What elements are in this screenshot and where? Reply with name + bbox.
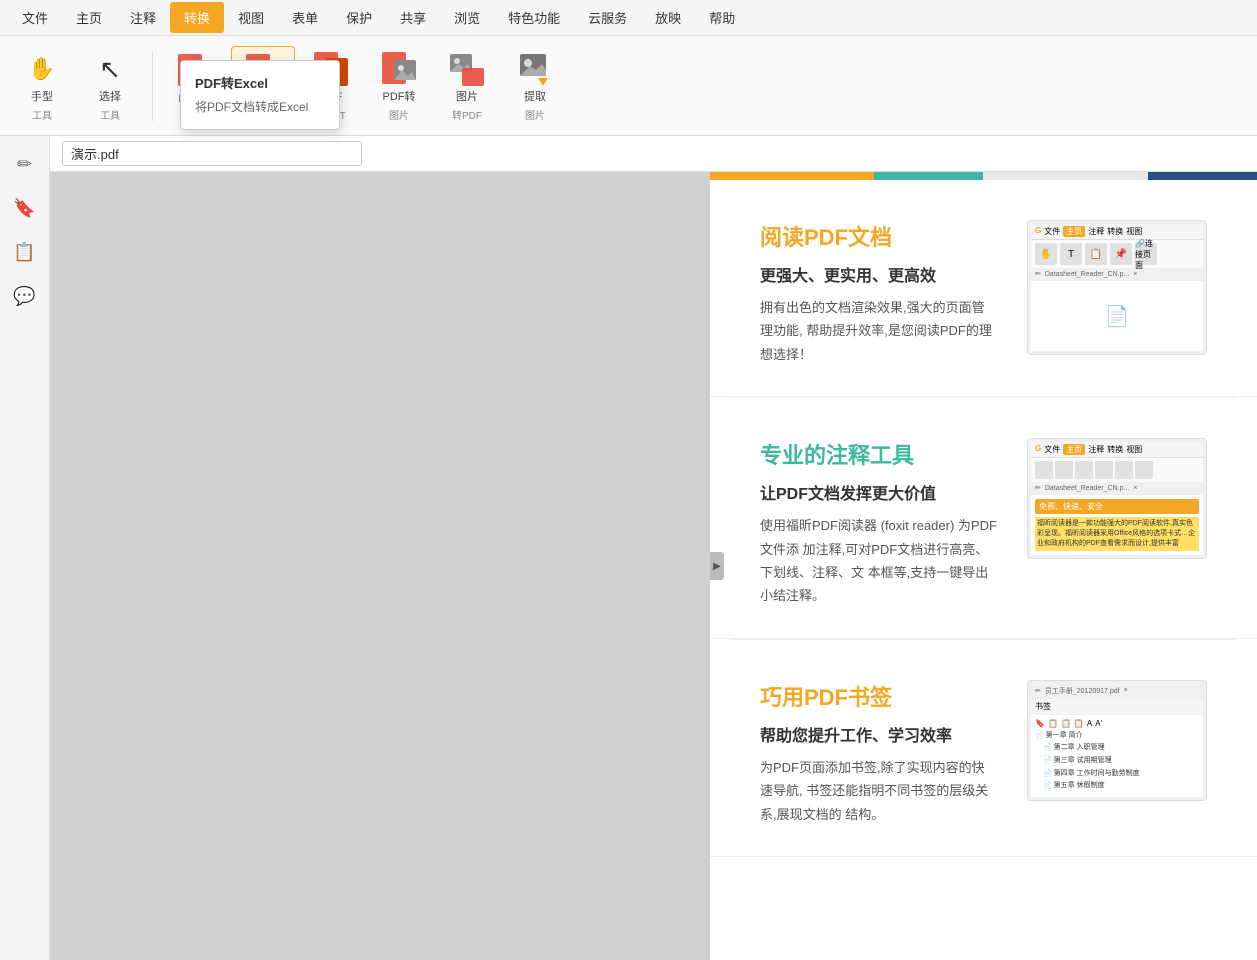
left-panel: ▶: [50, 172, 710, 960]
menu-home[interactable]: 主页: [62, 2, 116, 33]
section3-subtitle: 帮助您提升工作、学习效率: [760, 722, 997, 746]
hand-tool-button[interactable]: ✋ 手型 工具: [10, 45, 74, 125]
section2-highlight: 免费、快速、安全: [1035, 499, 1199, 514]
section2-img: G 文件主页 注释转换视图 ✏ Datasheet_Read: [1027, 438, 1207, 558]
pdf-preview-panel[interactable]: 阅读PDF文档 更强大、更实用、更高效 拥有出色的文档渲染效果,强大的页面管理功…: [710, 172, 1257, 960]
mini-filename2: Datasheet_Reader_CN.p...: [1045, 485, 1129, 492]
tooltip-desc: 将PDF文档转成Excel: [181, 96, 339, 121]
address-bar: [50, 136, 1257, 172]
extract-image-button[interactable]: 提取 图片: [503, 45, 567, 125]
select-tool-sublabel: 工具: [100, 107, 120, 122]
extract-icon: [515, 49, 555, 89]
menu-cloud[interactable]: 云服务: [574, 2, 641, 33]
pdf-to-image-button[interactable]: PDF转 图片: [367, 45, 431, 125]
mini-filename3: 员工手册_20120917.pdf: [1045, 686, 1120, 696]
color-seg-orange: [710, 172, 874, 180]
menu-file[interactable]: 文件: [8, 2, 62, 33]
sidebar: ✏ 🔖 📋 💬: [0, 136, 50, 960]
extract-label: 提取: [524, 91, 546, 104]
section3-img: ✏ 员工手册_20120917.pdf × 书签 🔖📋📋📋AA' 📄 第一章 简…: [1027, 680, 1207, 801]
menubar: 文件 主页 注释 转换 视图 表单 保护 共享 浏览 特色功能 云服务 放映 帮…: [0, 0, 1257, 36]
bottom-spacer: [710, 857, 1257, 887]
color-bar-top: [710, 172, 1257, 180]
select-tool-label: 选择: [99, 91, 121, 104]
menu-annotate[interactable]: 注释: [116, 2, 170, 33]
section2-text: 专业的注释工具 让PDF文档发挥更大价值 使用福昕PDF阅读器 (foxit r…: [760, 438, 997, 608]
sidebar-pages[interactable]: 📋: [7, 234, 43, 270]
tooltip-title: PDF转Excel: [181, 69, 339, 96]
menu-protect[interactable]: 保护: [332, 2, 386, 33]
pdf-section-read: 阅读PDF文档 更强大、更实用、更高效 拥有出色的文档渲染效果,强大的页面管理功…: [710, 180, 1257, 397]
menu-browse[interactable]: 浏览: [440, 2, 494, 33]
section2-title: 专业的注释工具: [760, 438, 997, 470]
menu-view[interactable]: 视图: [224, 2, 278, 33]
color-seg-blue: [1148, 172, 1257, 180]
section1-img: G 文件主页 注释转换视图 ✋ T 📋 📌 🔗连接页面 ✏ Datasheet_…: [1027, 220, 1207, 355]
sidebar-comment[interactable]: 💬: [7, 278, 43, 314]
image-pdf-sublabel: 转PDF: [452, 107, 482, 122]
collapse-arrow[interactable]: ▶: [710, 552, 724, 580]
pdf-image-label: PDF转: [383, 91, 416, 104]
color-seg-teal: [874, 172, 983, 180]
pdf-section-bookmark: 巧用PDF书签 帮助您提升工作、学习效率 为PDF页面添加书签,除了实现内容的快…: [710, 640, 1257, 857]
color-seg-gray: [983, 172, 1147, 180]
sidebar-pencil[interactable]: ✏: [7, 146, 43, 182]
file-path-input[interactable]: [62, 141, 362, 166]
sidebar-bookmark[interactable]: 🔖: [7, 190, 43, 226]
image-pdf-label: 图片: [456, 91, 478, 104]
section1-body: 拥有出色的文档渲染效果,强大的页面管理功能, 帮助提升效率,是您阅读PDF的理想…: [760, 296, 997, 366]
menu-present[interactable]: 放映: [641, 2, 695, 33]
hand-tool-sublabel: 工具: [32, 107, 52, 122]
section3-text: 巧用PDF书签 帮助您提升工作、学习效率 为PDF页面添加书签,除了实现内容的快…: [760, 680, 997, 826]
pdf-image-sublabel: 图片: [389, 107, 409, 122]
menu-help[interactable]: 帮助: [695, 2, 749, 33]
image-pdf-icon: [447, 49, 487, 89]
menu-feature[interactable]: 特色功能: [494, 2, 574, 33]
section2-subtitle: 让PDF文档发挥更大价值: [760, 480, 997, 504]
main-area: ▶ 阅读PDF文档 更强大、更实用、更高效 拥有出色的文档渲染效果,强大的页面管…: [50, 172, 1257, 960]
menu-share[interactable]: 共享: [386, 2, 440, 33]
tooltip-dropdown: PDF转Excel 将PDF文档转成Excel: [180, 60, 340, 130]
menu-form[interactable]: 表单: [278, 2, 332, 33]
select-tool-button[interactable]: ↖ 选择 工具: [78, 45, 142, 125]
extract-sublabel: 图片: [525, 107, 545, 122]
section1-subtitle: 更强大、更实用、更高效: [760, 262, 997, 286]
section1-text: 阅读PDF文档 更强大、更实用、更高效 拥有出色的文档渲染效果,强大的页面管理功…: [760, 220, 997, 366]
section3-title: 巧用PDF书签: [760, 680, 997, 712]
menu-convert[interactable]: 转换: [170, 2, 224, 33]
image-to-pdf-button[interactable]: 图片 转PDF: [435, 45, 499, 125]
section2-body: 使用福昕PDF阅读器 (foxit reader) 为PDF文件添 加注释,可对…: [760, 514, 997, 608]
hand-icon: ✋: [22, 49, 62, 89]
section3-body: 为PDF页面添加书签,除了实现内容的快速导航, 书签还能指明不同书签的层级关系,…: [760, 756, 997, 826]
section1-title: 阅读PDF文档: [760, 220, 997, 252]
hand-tool-label: 手型: [31, 91, 53, 104]
pdf-section-annotate: 专业的注释工具 让PDF文档发挥更大价值 使用福昕PDF阅读器 (foxit r…: [710, 398, 1257, 639]
mini-filename1: Datasheet_Reader_CN.p...: [1045, 271, 1129, 278]
select-icon: ↖: [90, 49, 130, 89]
pdf-image-icon: [379, 49, 419, 89]
toolbar-divider1: [152, 51, 153, 121]
